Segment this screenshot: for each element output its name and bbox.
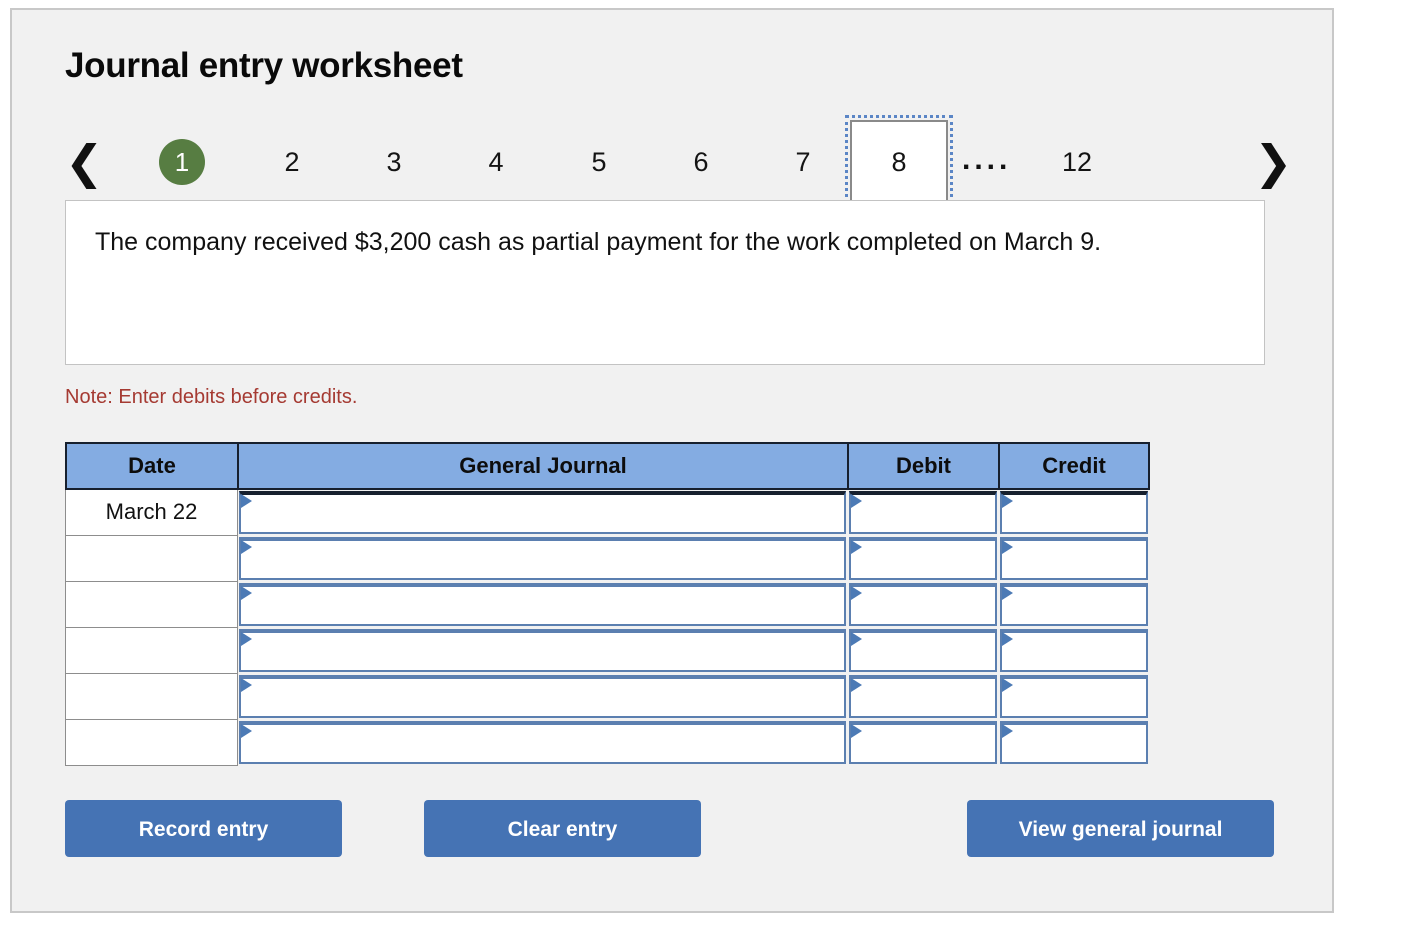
column-header-credit: Credit [999,442,1150,490]
general-journal-input-cell[interactable] [238,720,848,766]
debit-input-cell[interactable] [848,720,999,766]
general-journal-input-cell[interactable] [238,582,848,628]
dropdown-triangle-icon [851,494,862,508]
debit-input-cell[interactable] [848,628,999,674]
general-journal-input[interactable] [239,583,846,626]
date-cell[interactable]: March 22 [65,490,238,536]
transaction-description-box: The company received $3,200 cash as part… [65,200,1265,365]
dropdown-triangle-icon [241,586,252,600]
general-journal-input[interactable] [239,675,846,718]
worksheet-panel: Journal entry worksheet ❮ ❯ 1 2 3 4 5 6 … [10,8,1334,913]
record-entry-button[interactable]: Record entry [65,800,342,857]
column-header-date: Date [65,442,238,490]
general-journal-input[interactable] [239,537,846,580]
table-row [65,582,1150,628]
dropdown-triangle-icon [241,724,252,738]
debit-input[interactable] [849,721,997,764]
chevron-left-icon[interactable]: ❮ [65,138,104,188]
credit-input-cell[interactable] [999,628,1150,674]
general-journal-input[interactable] [239,491,846,534]
credit-input[interactable] [1000,537,1148,580]
pagination-page-5[interactable]: 5 [572,140,626,184]
debit-input[interactable] [849,629,997,672]
debit-input[interactable] [849,537,997,580]
general-journal-input-cell[interactable] [238,674,848,720]
dropdown-triangle-icon [1002,586,1013,600]
pagination-page-7[interactable]: 7 [776,140,830,184]
credit-input[interactable] [1000,583,1148,626]
debit-input[interactable] [849,675,997,718]
date-cell[interactable] [65,720,238,766]
debit-input[interactable] [849,583,997,626]
dropdown-triangle-icon [1002,724,1013,738]
table-body: March 22 [65,490,1150,766]
table-row [65,628,1150,674]
dropdown-triangle-icon [241,540,252,554]
general-journal-input-cell[interactable] [238,490,848,536]
table-row: March 22 [65,490,1150,536]
table-row [65,536,1150,582]
date-cell[interactable] [65,582,238,628]
credit-input[interactable] [1000,491,1148,534]
dropdown-triangle-icon [1002,540,1013,554]
credit-input[interactable] [1000,721,1148,764]
dropdown-triangle-icon [241,632,252,646]
dropdown-triangle-icon [1002,494,1013,508]
credit-input[interactable] [1000,675,1148,718]
chevron-right-icon[interactable]: ❯ [1254,138,1293,188]
credit-input-cell[interactable] [999,536,1150,582]
dropdown-triangle-icon [241,494,252,508]
pagination-page-12[interactable]: 12 [1050,140,1104,184]
general-journal-input-cell[interactable] [238,628,848,674]
debit-input[interactable] [849,491,997,534]
pagination-page-8[interactable]: 8 [845,115,953,209]
date-cell[interactable] [65,674,238,720]
dropdown-triangle-icon [1002,678,1013,692]
clear-entry-button[interactable]: Clear entry [424,800,701,857]
dropdown-triangle-icon [851,632,862,646]
pagination-page-1[interactable]: 1 [159,139,205,185]
table-header-row: Date General Journal Debit Credit [65,442,1150,490]
journal-entry-table: Date General Journal Debit Credit March … [65,442,1150,766]
column-header-debit: Debit [848,442,999,490]
dropdown-triangle-icon [851,586,862,600]
page-title: Journal entry worksheet [65,46,463,85]
column-header-general-journal: General Journal [238,442,848,490]
general-journal-input[interactable] [239,721,846,764]
dropdown-triangle-icon [851,724,862,738]
credit-input-cell[interactable] [999,582,1150,628]
pagination-page-4[interactable]: 4 [469,140,523,184]
pagination-page-2[interactable]: 2 [265,140,319,184]
pagination-ellipsis: .... [962,143,1012,176]
credit-input-cell[interactable] [999,720,1150,766]
general-journal-input[interactable] [239,629,846,672]
credit-input-cell[interactable] [999,490,1150,536]
transaction-description-text: The company received $3,200 cash as part… [95,228,1102,256]
credit-input-cell[interactable] [999,674,1150,720]
pagination-bar: ❮ ❯ 1 2 3 4 5 6 7 8 .... 12 [65,115,1293,209]
debit-input-cell[interactable] [848,536,999,582]
dropdown-triangle-icon [851,678,862,692]
pagination-page-3[interactable]: 3 [367,140,421,184]
general-journal-input-cell[interactable] [238,536,848,582]
dropdown-triangle-icon [851,540,862,554]
date-cell[interactable] [65,628,238,674]
debit-input-cell[interactable] [848,490,999,536]
dropdown-triangle-icon [1002,632,1013,646]
view-general-journal-button[interactable]: View general journal [967,800,1274,857]
table-row [65,720,1150,766]
credit-input[interactable] [1000,629,1148,672]
debits-before-credits-note: Note: Enter debits before credits. [65,386,358,408]
debit-input-cell[interactable] [848,582,999,628]
debit-input-cell[interactable] [848,674,999,720]
date-cell[interactable] [65,536,238,582]
pagination-page-6[interactable]: 6 [674,140,728,184]
table-row [65,674,1150,720]
dropdown-triangle-icon [241,678,252,692]
